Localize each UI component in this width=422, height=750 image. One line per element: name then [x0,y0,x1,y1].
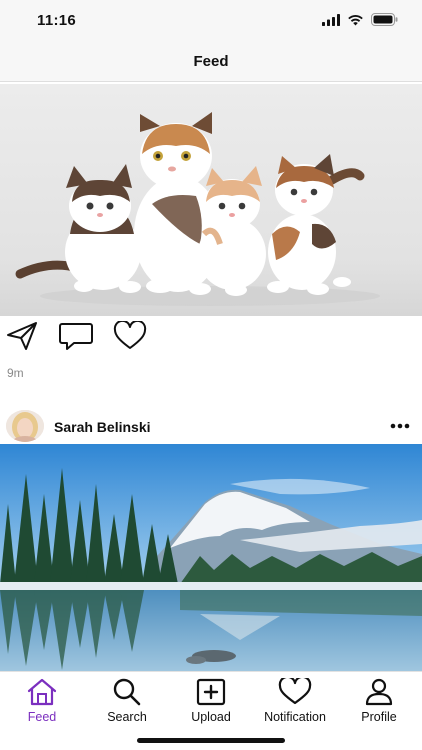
tab-profile-label: Profile [361,710,397,724]
heart-icon [278,672,312,706]
tab-search[interactable]: Search [100,672,154,728]
tab-feed[interactable]: Feed [20,672,64,728]
tab-notification[interactable]: Notification [255,672,335,728]
battery-icon [371,13,398,31]
home-indicator[interactable] [137,738,285,743]
tab-profile[interactable]: Profile [354,672,404,728]
home-icon [26,672,58,706]
tab-notification-label: Notification [264,710,326,724]
status-icons [322,13,398,31]
status-time: 11:16 [37,12,77,29]
search-icon [112,672,142,706]
tab-upload[interactable]: Upload [184,672,238,728]
page-title: Feed [193,53,229,70]
post-timestamp: 9m [7,366,24,380]
navigation-bar: Feed [0,44,422,82]
share-icon[interactable] [4,320,40,352]
comment-icon[interactable] [58,320,94,352]
author-name[interactable]: Sarah Belinski [54,419,151,435]
tab-feed-label: Feed [27,710,57,724]
status-bar: 11:16 [0,0,422,44]
like-icon[interactable] [112,320,148,352]
more-icon[interactable] [386,416,414,436]
avatar[interactable] [6,410,44,442]
post-header: Sarah Belinski [0,408,422,444]
tab-search-label: Search [107,710,147,724]
upload-icon [196,672,226,706]
post-actions [0,320,422,354]
tab-upload-label: Upload [191,710,231,724]
person-icon [364,672,394,706]
mountain-lake-photo[interactable] [0,444,422,671]
kittens-photo[interactable] [0,84,422,316]
wifi-icon [347,13,364,31]
cellular-signal-icon [322,13,340,31]
feed-list[interactable]: 9m Sarah Belinski [0,82,422,671]
